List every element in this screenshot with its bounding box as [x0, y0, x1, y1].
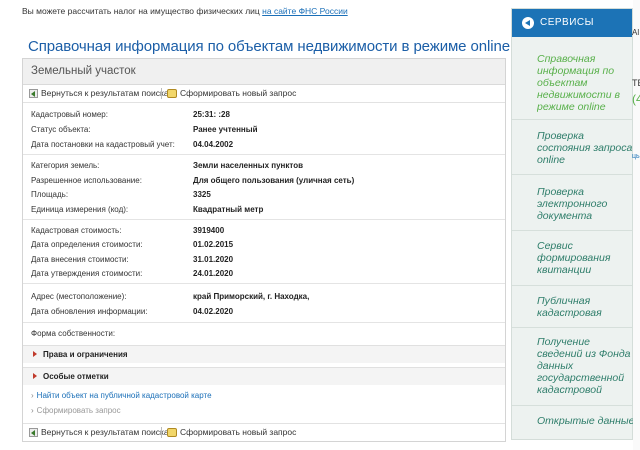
- right-edge-text: TE: [632, 78, 640, 88]
- right-edge-text: ць: [632, 153, 640, 160]
- make-request-link[interactable]: Сформировать запрос: [37, 406, 121, 415]
- panel-header: Земельный участок: [23, 59, 505, 85]
- ownership-label: Форма собственности:: [31, 329, 116, 338]
- toolbar-top: Вернуться к результатам поиска Сформиров…: [23, 85, 505, 103]
- tax-note-text: Вы можете рассчитать налог на имущество …: [22, 6, 263, 16]
- update-date-label: Дата обновления информации:: [31, 307, 148, 316]
- chevron-right-icon: ›: [31, 406, 34, 415]
- sidebar-divider: [512, 174, 632, 175]
- toolbar-bottom: Вернуться к результатам поиска Сформиров…: [23, 423, 505, 441]
- address-label: Адрес (местоположение):: [31, 292, 127, 301]
- value-determination-date-label: Дата определения стоимости:: [31, 240, 143, 249]
- unit-value: Квадратный метр: [193, 205, 264, 214]
- sidebar-item-reference-info[interactable]: Справочная информация по объектам недвиж…: [537, 53, 634, 115]
- arrow-circle-icon: [522, 17, 534, 29]
- toolbar-divider: [161, 88, 162, 99]
- cadastral-value-label: Кадастровая стоимость:: [31, 226, 122, 235]
- unit-label: Единица измерения (код):: [31, 205, 129, 214]
- fns-link[interactable]: на сайте ФНС России: [262, 6, 348, 16]
- sidebar-item-public-map[interactable]: Публичная кадастровая карта: [537, 295, 634, 321]
- object-info-panel: Земельный участок Вернуться к результата…: [22, 58, 506, 442]
- new-request-button-bottom[interactable]: Сформировать новый запрос: [167, 427, 296, 437]
- back-to-results-button-bottom[interactable]: Вернуться к результатам поиска: [29, 427, 169, 437]
- back-icon: [29, 88, 38, 98]
- expand-triangle-icon: [33, 373, 37, 379]
- sidebar-divider: [512, 119, 632, 120]
- land-category-label: Категория земель:: [31, 161, 100, 170]
- sidebar-item-valuation-fund[interactable]: Получение сведений из Фонда данных госуд…: [537, 336, 634, 398]
- address-value: край Приморский, г. Находка,: [193, 292, 310, 301]
- sidebar-divider: [512, 327, 632, 328]
- new-request-icon: [167, 427, 177, 437]
- section-rights-restrictions[interactable]: Права и ограничения: [23, 345, 505, 363]
- request-link-row: › Сформировать запрос: [31, 406, 121, 415]
- public-map-link[interactable]: Найти объект на публичной кадастровой ка…: [37, 391, 212, 400]
- group-divider: [23, 283, 505, 284]
- area-value: 3325: [193, 190, 211, 199]
- value-entry-date-value: 31.01.2020: [193, 255, 234, 264]
- section-special-marks[interactable]: Особые отметки: [23, 367, 505, 385]
- group-divider: [23, 322, 505, 323]
- permitted-use-label: Разрешенное использование:: [31, 176, 142, 185]
- panel-title: Земельный участок: [31, 65, 136, 77]
- area-label: Площадь:: [31, 190, 69, 199]
- land-category-value: Земли населенных пунктов: [193, 161, 304, 170]
- sidebar-item-document-check[interactable]: Проверка электронного документа: [537, 186, 634, 224]
- services-header[interactable]: СЕРВИСЫ: [512, 9, 632, 37]
- value-entry-date-label: Дата внесения стоимости:: [31, 255, 129, 264]
- expand-triangle-icon: [33, 351, 37, 357]
- chevron-right-icon: ›: [31, 391, 34, 400]
- right-edge-text: Al: [632, 28, 640, 37]
- services-sidebar: СЕРВИСЫ Справочная информация по объекта…: [511, 8, 634, 440]
- toolbar-divider: [161, 427, 162, 438]
- registration-date-label: Дата постановки на кадастровый учет:: [31, 140, 175, 149]
- value-determination-date-value: 01.02.2015: [193, 240, 234, 249]
- sidebar-item-receipt[interactable]: Сервис формирования квитанции: [537, 240, 634, 278]
- cadastral-number-label: Кадастровый номер:: [31, 110, 108, 119]
- page-title: Справочная информация по объектам недвиж…: [28, 38, 510, 55]
- value-approval-date-value: 24.01.2020: [193, 269, 234, 278]
- group-divider: [23, 154, 505, 155]
- sidebar-divider: [512, 230, 632, 231]
- sidebar-divider: [512, 285, 632, 286]
- back-icon: [29, 427, 38, 437]
- object-status-value: Ранее учтенный: [193, 125, 258, 134]
- object-status-label: Статус объекта:: [31, 125, 91, 134]
- map-link-row: › Найти объект на публичной кадастровой к…: [31, 391, 212, 400]
- back-to-results-button[interactable]: Вернуться к результатам поиска: [29, 88, 169, 98]
- new-request-button[interactable]: Сформировать новый запрос: [167, 88, 296, 98]
- sidebar-item-request-status[interactable]: Проверка состояния запроса online: [537, 130, 634, 168]
- sidebar-item-open-data[interactable]: Открытые данные: [537, 415, 634, 429]
- permitted-use-value: Для общего пользования (уличная сеть): [193, 176, 355, 185]
- sidebar-divider: [512, 405, 632, 406]
- cadastral-number-value: 25:31: :28: [193, 110, 230, 119]
- group-divider: [23, 219, 505, 220]
- update-date-value: 04.02.2020: [193, 307, 234, 316]
- right-edge-clip: [633, 0, 640, 450]
- cadastral-value-value: 3919400: [193, 226, 225, 235]
- right-edge-text: (4: [632, 92, 640, 106]
- registration-date-value: 04.04.2002: [193, 140, 234, 149]
- new-request-icon: [167, 88, 177, 98]
- value-approval-date-label: Дата утверждения стоимости:: [31, 269, 143, 278]
- tax-note: Вы можете рассчитать налог на имущество …: [22, 6, 348, 16]
